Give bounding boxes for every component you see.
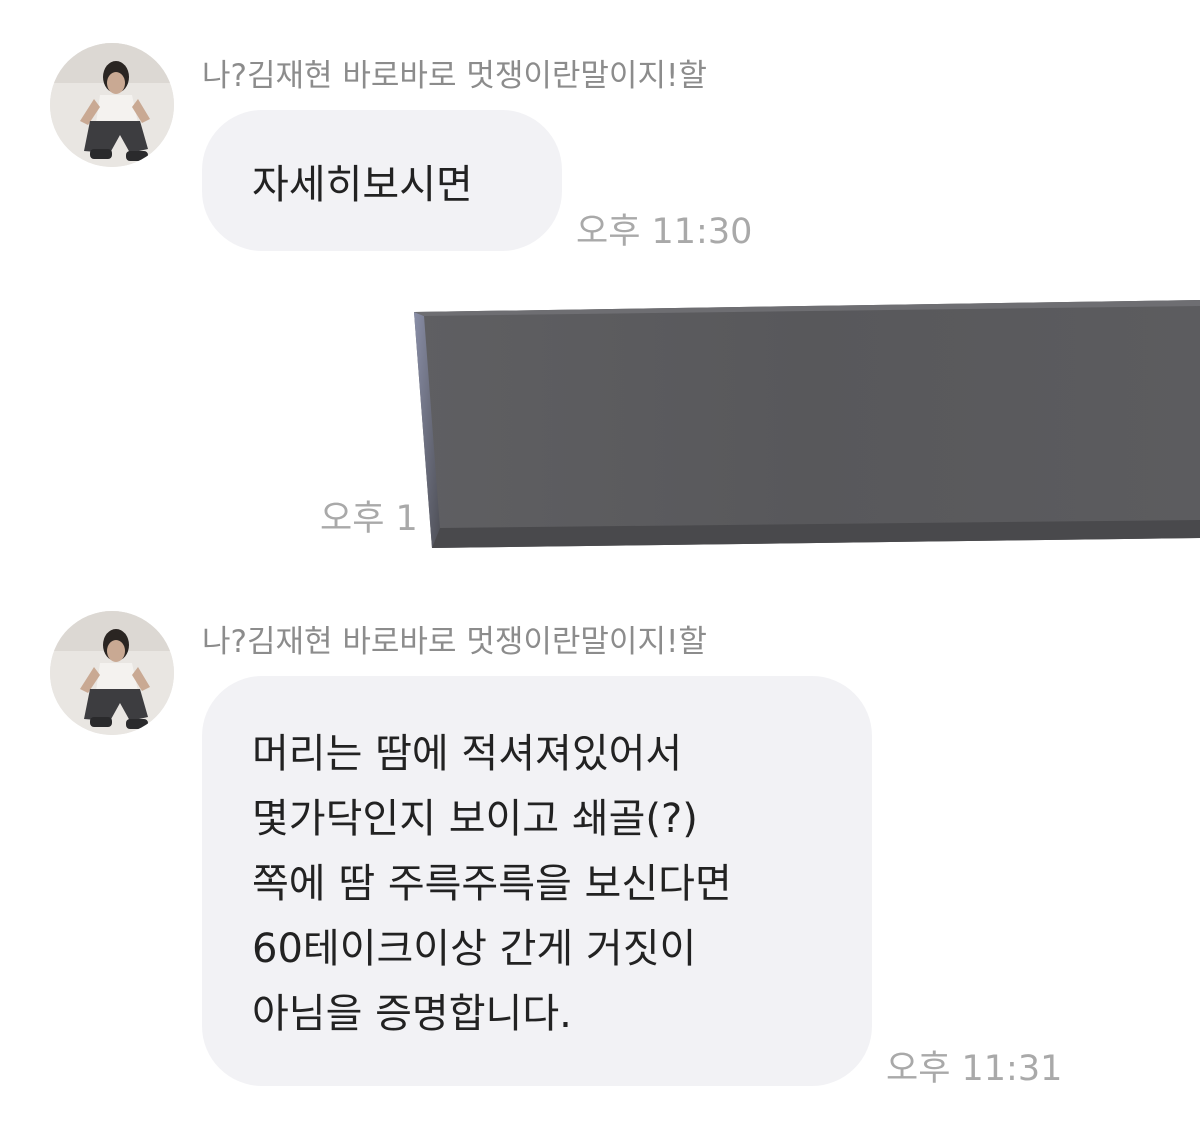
message-timestamp: 오후 1 bbox=[320, 499, 418, 539]
message-text: 머리는 땀에 적셔져있어서 몇가닥인지 보이고 쇄골(?) 쪽에 땀 주륵주륵을… bbox=[252, 731, 732, 1037]
sender-name: 나?김재현 바로바로 멋쟁이란말이지!할 bbox=[202, 624, 707, 660]
avatar-photo bbox=[50, 611, 174, 735]
message-text: 자세히보시면 bbox=[252, 161, 473, 208]
message-timestamp: 오후 11:30 bbox=[576, 212, 753, 252]
message-bubble[interactable]: 자세히보시면 bbox=[202, 110, 562, 251]
avatar-photo bbox=[50, 43, 174, 167]
image-attachment[interactable] bbox=[414, 296, 1200, 550]
message-timestamp: 오후 11:31 bbox=[886, 1049, 1063, 1089]
sender-avatar[interactable] bbox=[50, 611, 174, 735]
sender-name: 나?김재현 바로바로 멋쟁이란말이지!할 bbox=[202, 58, 707, 94]
sender-avatar[interactable] bbox=[50, 43, 174, 167]
attached-image bbox=[414, 300, 1200, 548]
message-bubble[interactable]: 머리는 땀에 적셔져있어서 몇가닥인지 보이고 쇄골(?) 쪽에 땀 주륵주륵을… bbox=[202, 676, 872, 1086]
